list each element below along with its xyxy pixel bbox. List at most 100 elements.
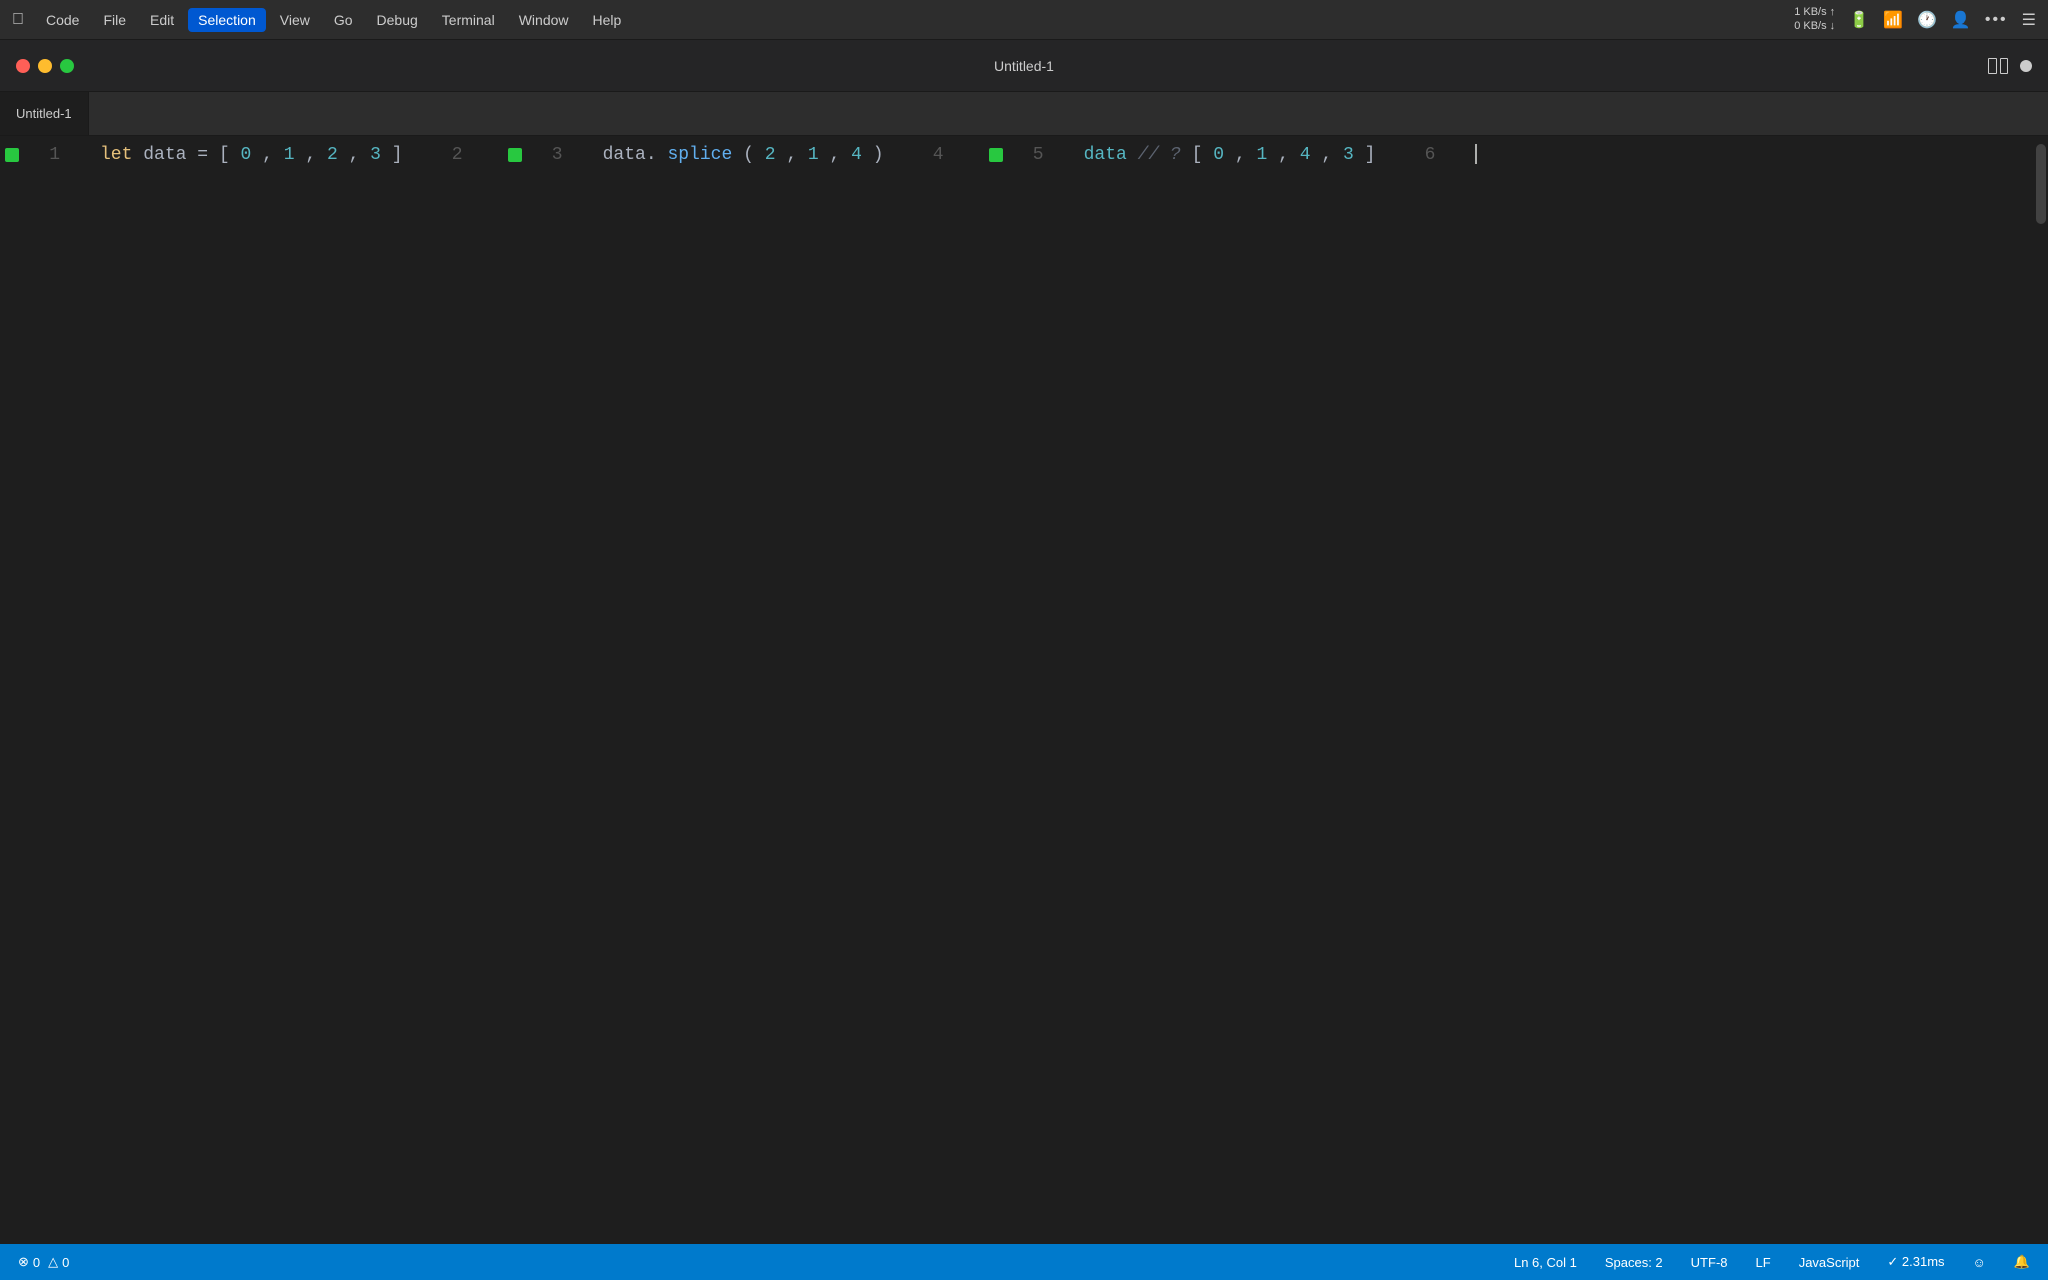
- more-actions-icon[interactable]: [2020, 60, 2032, 72]
- code-line-2[interactable]: 2: [403, 136, 503, 174]
- encoding-setting[interactable]: UTF-8: [1685, 1253, 1734, 1272]
- line-ending-setting[interactable]: LF: [1750, 1253, 1777, 1272]
- code-line-5[interactable]: 5 data // ? [ 0 , 1 , 4 , 3 ]: [984, 136, 1376, 174]
- token-data-ref: data.: [603, 145, 657, 165]
- token-r3: 3: [1343, 145, 1354, 165]
- menubar-help[interactable]: Help: [583, 8, 632, 32]
- feedback-icon[interactable]: ☺: [1967, 1253, 1992, 1272]
- position-text: Ln 6, Col 1: [1514, 1255, 1577, 1270]
- menubar-go[interactable]: Go: [324, 8, 363, 32]
- error-icon: ⊗: [18, 1254, 29, 1270]
- code-line-1[interactable]: 1 let data = [ 0 , 1 , 2 , 3 ]: [0, 136, 403, 174]
- token-num-0: 0: [240, 145, 251, 165]
- token-r4: 4: [1300, 145, 1311, 165]
- breakpoint-1[interactable]: [5, 148, 19, 162]
- line-ending-text: LF: [1756, 1255, 1771, 1270]
- breakpoint-3[interactable]: [508, 148, 522, 162]
- token-data-result: data: [1084, 145, 1127, 165]
- menubar-debug[interactable]: Debug: [367, 8, 428, 32]
- code-content-6: [1459, 136, 1477, 174]
- language-text: JavaScript: [1799, 1255, 1860, 1270]
- statusbar-right: Ln 6, Col 1 Spaces: 2 UTF-8 LF JavaScrip…: [1508, 1252, 2036, 1272]
- language-setting[interactable]: JavaScript: [1793, 1253, 1866, 1272]
- titlebar: Untitled-1: [0, 40, 2048, 92]
- token-rc1: ,: [1235, 145, 1257, 165]
- token-data-var: data: [143, 145, 197, 165]
- tab-untitled[interactable]: Untitled-1: [0, 92, 89, 135]
- scrollbar-track[interactable]: [2034, 136, 2048, 1244]
- battery-icon: 🔋: [1849, 10, 1869, 30]
- notifications-icon[interactable]: 🔔: [2008, 1252, 2036, 1272]
- token-r1: 1: [1257, 145, 1268, 165]
- editor-container: 1 let data = [ 0 , 1 , 2 , 3 ] 2 3 data.: [0, 136, 2048, 1244]
- line-number-5: 5: [1008, 136, 1068, 174]
- spaces-text: Spaces: 2: [1605, 1255, 1663, 1270]
- more-icon[interactable]: •••: [1985, 11, 2008, 29]
- cursor: [1475, 144, 1477, 164]
- menubar-code[interactable]: Code: [36, 8, 89, 32]
- bell-icon: 🔔: [2014, 1254, 2030, 1270]
- token-comma-3: ,: [349, 145, 371, 165]
- menubar-selection[interactable]: Selection: [188, 8, 266, 32]
- timing-text: ✓ 2.31ms: [1887, 1254, 1944, 1270]
- line-number-6: 6: [1399, 136, 1459, 174]
- menubar-window[interactable]: Window: [509, 8, 579, 32]
- token-rc2: ,: [1278, 145, 1300, 165]
- token-arg-4: 4: [851, 145, 862, 165]
- line-number-4: 4: [908, 136, 968, 174]
- encoding-text: UTF-8: [1691, 1255, 1728, 1270]
- breakpoint-5[interactable]: [989, 148, 1003, 162]
- menubar-terminal[interactable]: Terminal: [432, 8, 505, 32]
- token-comma-4: ,: [786, 145, 808, 165]
- list-icon[interactable]: ☰: [2022, 10, 2036, 30]
- line-number-1: 1: [24, 136, 84, 174]
- minimize-button[interactable]: [38, 59, 52, 73]
- menubar-right: 1 KB/s ↑0 KB/s ↓ 🔋 📶 🕐 👤 ••• ☰: [1794, 6, 2036, 32]
- user-avatar-icon: 👤: [1951, 10, 1971, 30]
- token-rc3: ,: [1321, 145, 1343, 165]
- maximize-button[interactable]: [60, 59, 74, 73]
- code-content-3: data. splice ( 2 , 1 , 4 ): [587, 136, 884, 174]
- smiley-icon: ☺: [1973, 1255, 1986, 1270]
- code-content-5: data // ? [ 0 , 1 , 4 , 3 ]: [1068, 136, 1376, 174]
- code-line-6[interactable]: 6: [1375, 136, 1477, 174]
- token-sq-open: [: [1192, 145, 1214, 165]
- token-bracket-open: [: [219, 145, 230, 165]
- warning-icon: △: [48, 1254, 58, 1270]
- traffic-lights: [16, 59, 74, 73]
- line-number-3: 3: [527, 136, 587, 174]
- token-comment-slash: // ?: [1138, 145, 1181, 165]
- apple-menu-icon[interactable]: : [12, 11, 24, 29]
- code-line-3[interactable]: 3 data. splice ( 2 , 1 , 4 ): [503, 136, 884, 174]
- token-arg-2: 2: [765, 145, 776, 165]
- menubar:  Code File Edit Selection View Go Debug…: [0, 0, 2048, 40]
- wifi-icon: 📶: [1883, 10, 1903, 30]
- cursor-position[interactable]: Ln 6, Col 1: [1508, 1253, 1583, 1272]
- token-comma-2: ,: [305, 145, 327, 165]
- warning-count: 0: [62, 1255, 69, 1270]
- timing-info: ✓ 2.31ms: [1881, 1252, 1950, 1272]
- indentation-setting[interactable]: Spaces: 2: [1599, 1253, 1669, 1272]
- token-comma-5: ,: [830, 145, 852, 165]
- menubar-edit[interactable]: Edit: [140, 8, 184, 32]
- token-sq-close: ]: [1365, 145, 1376, 165]
- line-indicator-1: [0, 148, 24, 162]
- network-stats: 1 KB/s ↑0 KB/s ↓: [1794, 6, 1835, 32]
- scrollbar-thumb[interactable]: [2036, 144, 2046, 224]
- token-splice-method: splice: [667, 145, 732, 165]
- menubar-view[interactable]: View: [270, 8, 320, 32]
- menubar-file[interactable]: File: [93, 8, 136, 32]
- split-editor-icon[interactable]: [1988, 58, 2008, 74]
- token-bracket-close: ]: [392, 145, 403, 165]
- line-indicator-5: [984, 148, 1008, 162]
- code-content-1: let data = [ 0 , 1 , 2 , 3 ]: [84, 136, 403, 174]
- tabbar: Untitled-1: [0, 92, 2048, 136]
- clock-icon: 🕐: [1917, 10, 1937, 30]
- titlebar-actions: [1988, 58, 2032, 74]
- error-count: 0: [33, 1255, 40, 1270]
- token-r0: 0: [1213, 145, 1224, 165]
- code-line-4[interactable]: 4: [884, 136, 984, 174]
- errors-indicator[interactable]: ⊗ 0 △ 0: [12, 1252, 75, 1272]
- token-num-1: 1: [284, 145, 295, 165]
- close-button[interactable]: [16, 59, 30, 73]
